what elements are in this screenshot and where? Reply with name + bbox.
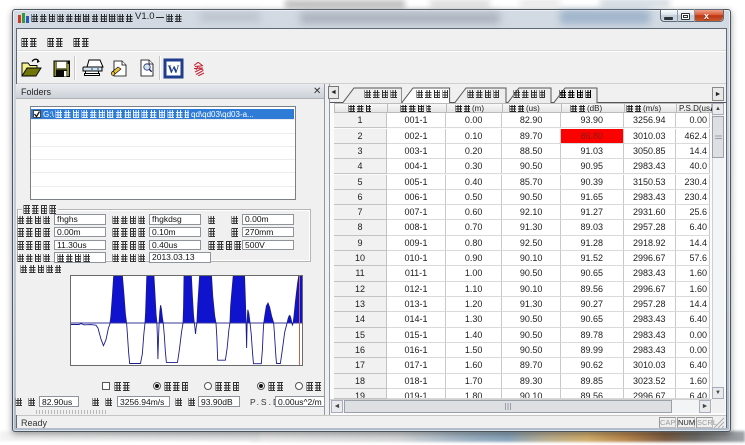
svg-text:W: W <box>168 62 180 76</box>
